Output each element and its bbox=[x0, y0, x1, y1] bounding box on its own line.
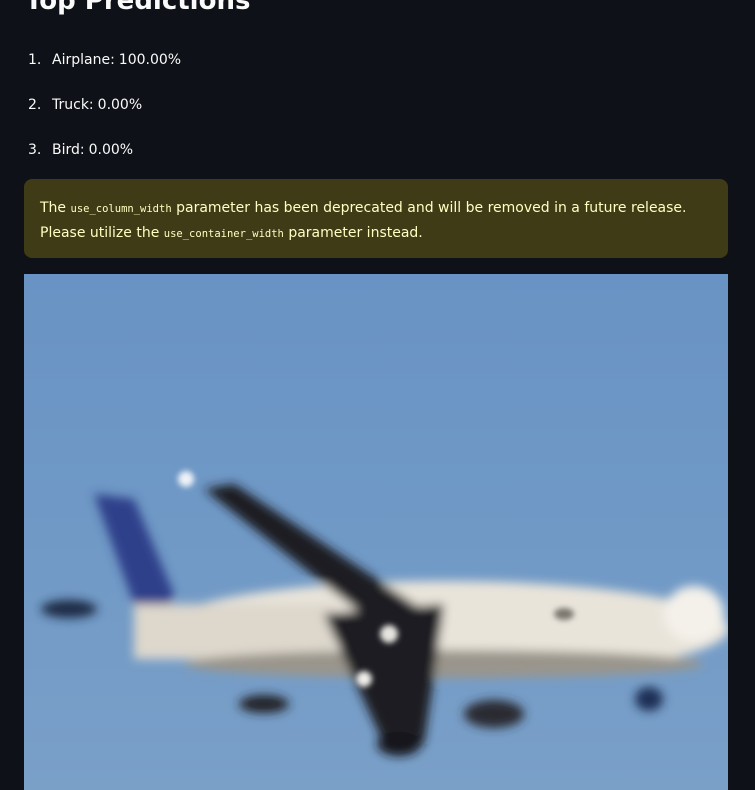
prediction-rank: 2. bbox=[28, 97, 42, 113]
prediction-rank: 1. bbox=[28, 52, 42, 68]
warning-code-container-width: use_container_width bbox=[163, 228, 284, 240]
prediction-label: Airplane: bbox=[52, 52, 115, 68]
uploaded-image bbox=[24, 274, 728, 790]
list-item: 2. Truck: 0.00% bbox=[28, 94, 181, 139]
list-item: 3. Bird: 0.00% bbox=[28, 139, 181, 184]
predictions-list: 1. Airplane: 100.00% 2. Truck: 0.00% 3. … bbox=[28, 49, 181, 184]
warning-text: The bbox=[40, 200, 71, 216]
prediction-label: Bird: bbox=[52, 142, 85, 158]
prediction-value: 0.00% bbox=[88, 142, 134, 158]
warning-code-column-width: use_column_width bbox=[70, 203, 172, 215]
app-main: Top Predictions 1. Airplane: 100.00% 2. … bbox=[0, 0, 755, 790]
prediction-value: 0.00% bbox=[97, 97, 143, 113]
page-title: Top Predictions bbox=[25, 0, 251, 16]
prediction-rank: 3. bbox=[28, 142, 42, 158]
prediction-value: 100.00% bbox=[118, 52, 182, 68]
airplane-image bbox=[24, 274, 728, 790]
warning-text: parameter instead. bbox=[283, 225, 423, 241]
prediction-label: Truck: bbox=[52, 97, 94, 113]
deprecation-warning: The use_column_width parameter has been … bbox=[24, 179, 728, 258]
list-item: 1. Airplane: 100.00% bbox=[28, 49, 181, 94]
